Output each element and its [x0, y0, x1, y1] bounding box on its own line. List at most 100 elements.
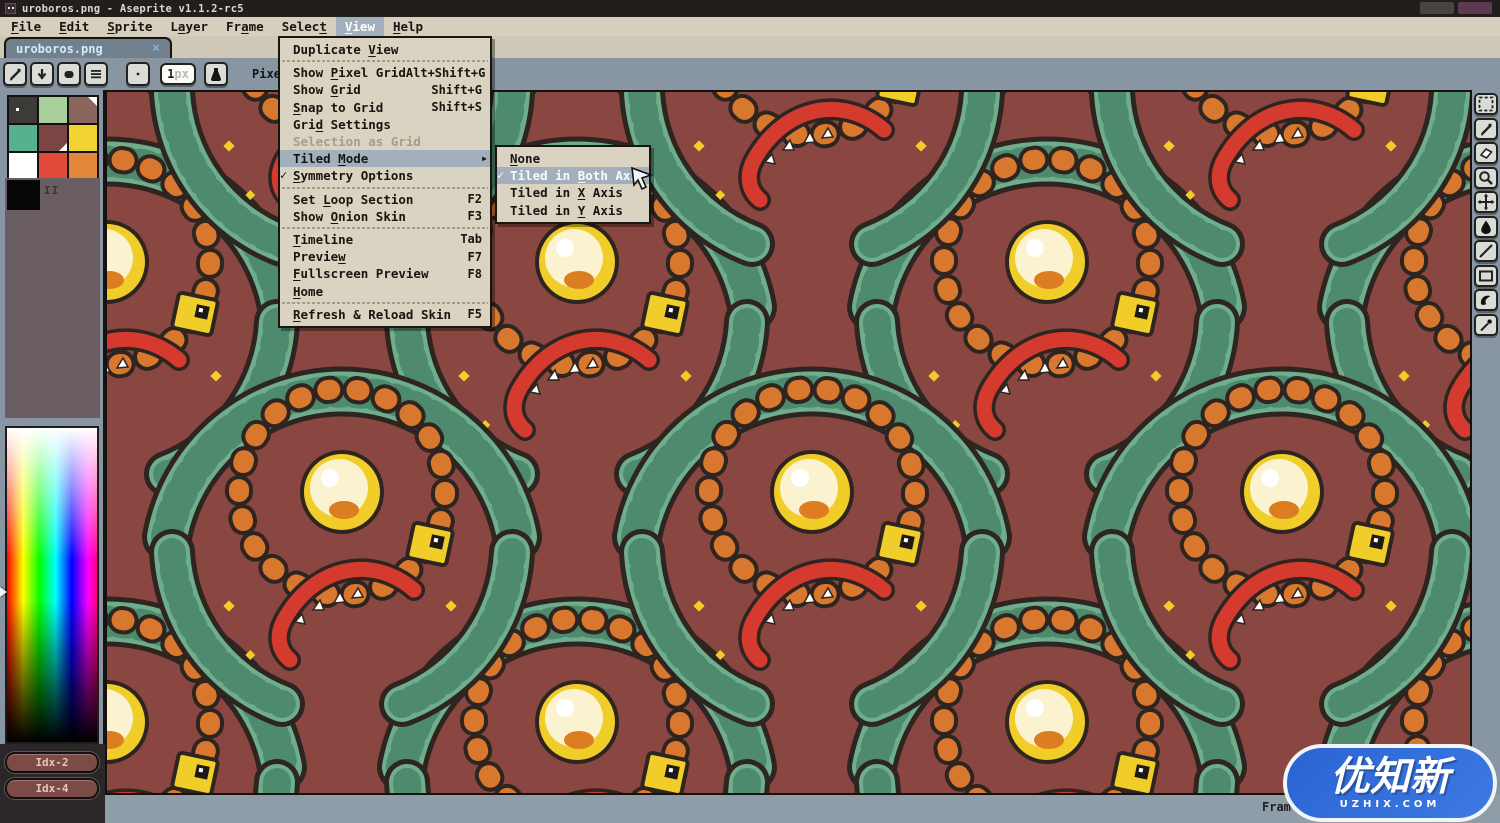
- blob-button[interactable]: [57, 62, 81, 86]
- menu-help[interactable]: Help: [384, 17, 432, 36]
- menu-item-tiled-mode[interactable]: Tiled Mode ▶: [280, 150, 490, 168]
- menu-frame[interactable]: Fr a me: [217, 17, 273, 36]
- blob-icon: [61, 66, 77, 82]
- menu-item-fullscreen-preview[interactable]: Fullscreen Preview F8: [280, 265, 490, 282]
- pencil-icon: [1478, 121, 1494, 137]
- menu-layer[interactable]: La yer: [161, 17, 217, 36]
- menu-item-shortcut: Shift+S: [431, 100, 482, 115]
- fold-br-mark: [59, 143, 67, 151]
- menu-item-label: Fullscreen Preview: [293, 266, 429, 282]
- menu-item-selection-as-grid: Selection as Grid: [280, 133, 490, 150]
- bg-index-button[interactable]: Idx-4: [5, 778, 99, 799]
- menu-item-set-loop-section[interactable]: Set Loop Section F2: [280, 191, 490, 208]
- minimize-button[interactable]: [1420, 2, 1454, 14]
- brush-size-input[interactable]: 1 px: [160, 63, 196, 85]
- zoom-tool[interactable]: [1474, 166, 1498, 189]
- pause-mark: II: [44, 184, 60, 197]
- move-tool[interactable]: [1474, 191, 1498, 213]
- menu-item-label: Tiled in Y Axis: [510, 202, 623, 218]
- tab-close-icon[interactable]: ×: [152, 41, 160, 56]
- menu-sprite[interactable]: Sprite: [98, 17, 161, 36]
- dot-icon: [130, 66, 146, 82]
- palette-swatch-6[interactable]: [9, 153, 37, 179]
- move-icon: [1477, 193, 1495, 211]
- tab-uroboros[interactable]: uroboros.png ×: [4, 37, 172, 58]
- menu-item-grid-settings[interactable]: Grid Settings: [280, 116, 490, 133]
- menu-item-preview[interactable]: Preview F7: [280, 248, 490, 265]
- rectangular-marquee-icon: [1477, 95, 1495, 113]
- color-palette: [7, 95, 99, 181]
- menu-select[interactable]: Selec t: [273, 17, 336, 36]
- submenu-item-tiled-in-both-axis[interactable]: ✓ Tiled in Both Axis: [497, 167, 649, 185]
- line-tool[interactable]: [1474, 240, 1498, 262]
- menu-item-shortcut: Shift+G: [431, 82, 482, 97]
- watermark-title: 优知新: [1330, 753, 1450, 800]
- arrow-down-button[interactable]: [30, 62, 54, 86]
- rectangle-tool[interactable]: [1474, 264, 1498, 287]
- color-spectrum-picker[interactable]: [5, 426, 99, 744]
- palette-swatch-2[interactable]: [69, 97, 97, 123]
- tiled-mode-submenu: None ✓ Tiled in Both Axis Tiled in X Axis Ti…: [495, 145, 651, 224]
- menu-item-label: Selection as Grid: [293, 134, 421, 150]
- brush-size-value: 1: [167, 67, 175, 81]
- paint-bucket-icon: [1477, 218, 1495, 236]
- menu-item-label: Show Grid: [293, 82, 361, 98]
- palette-swatch-4[interactable]: [39, 125, 67, 151]
- menu-edit[interactable]: Edit: [50, 17, 98, 36]
- palette-swatch-7[interactable]: [39, 153, 67, 179]
- menu-item-refresh-reload-skin[interactable]: Refresh & Reload Skin F5: [280, 306, 490, 323]
- view-menu: Duplicate View Show Pixel Grid Alt+Shift+G…: [278, 36, 492, 328]
- menu-item-show-grid[interactable]: Show Grid Shift+G: [280, 81, 490, 98]
- jumble-tool[interactable]: [1474, 313, 1498, 336]
- menu-item-shortcut: F2: [467, 192, 482, 207]
- status-text: Fram: [1262, 800, 1291, 814]
- spectrum-marker-icon[interactable]: [0, 587, 7, 597]
- contour-tool[interactable]: [1474, 289, 1498, 311]
- palette-swatch-1[interactable]: [39, 97, 67, 123]
- checkmark-icon: ✓: [280, 168, 288, 183]
- context-bar: 1 px Pixel-pe: [0, 58, 1500, 90]
- tool-strip: [1472, 90, 1500, 795]
- menu-item-show-pixel-grid[interactable]: Show Pixel Grid Alt+Shift+G: [280, 64, 490, 81]
- palette-swatch-8[interactable]: [69, 153, 97, 179]
- fg-index-button[interactable]: Idx-2: [5, 752, 99, 773]
- bg-index-label: Idx-4: [35, 782, 69, 795]
- sidebar-bottom-panel: Idx-2 Idx-4: [0, 744, 105, 823]
- palette-swatch-3[interactable]: [9, 125, 37, 151]
- menu-item-label: Tiled Mode: [293, 151, 369, 167]
- checkmark-icon: ✓: [497, 168, 505, 183]
- menu-item-label: Duplicate View: [293, 42, 399, 58]
- menu-item-home[interactable]: Home: [280, 282, 490, 299]
- menu-item-show-onion-skin[interactable]: Show Onion Skin F3: [280, 208, 490, 225]
- submenu-item-tiled-in-y-axis[interactable]: Tiled in Y Axis: [497, 202, 649, 219]
- menu-item-symmetry-options[interactable]: ✓ Symmetry Options: [280, 167, 490, 184]
- ink-button[interactable]: [204, 62, 228, 86]
- submenu-item-tiled-in-x-axis[interactable]: Tiled in X Axis: [497, 184, 649, 201]
- rectangular-marquee-tool[interactable]: [1474, 93, 1498, 115]
- eraser-tool[interactable]: [1474, 142, 1498, 164]
- menu-file[interactable]: File: [2, 17, 50, 36]
- aseprite-logo-icon: [5, 3, 16, 14]
- menu-item-shortcut: F7: [467, 249, 482, 264]
- dot-button[interactable]: [126, 62, 150, 86]
- menu-item-snap-to-grid[interactable]: Snap to Grid Shift+S: [280, 99, 490, 116]
- menu-item-timeline[interactable]: Timeline Tab: [280, 231, 490, 248]
- close-window-button[interactable]: [1458, 2, 1492, 14]
- menu-item-label: Preview: [293, 249, 346, 265]
- menu-view[interactable]: View: [335, 17, 384, 36]
- menu-item-label: Show Onion Skin: [293, 208, 406, 224]
- menu-item-shortcut: F5: [467, 307, 482, 322]
- paint-bucket-tool[interactable]: [1474, 215, 1498, 238]
- menu-item-label: Show Pixel Grid: [293, 65, 406, 81]
- palette-swatch-5[interactable]: [69, 125, 97, 151]
- palette-swatch-0[interactable]: [9, 97, 37, 123]
- pencil-tool[interactable]: [1474, 117, 1498, 140]
- menu-item-duplicate-view[interactable]: Duplicate View: [280, 41, 490, 58]
- menubar: File Edit Sprite La yer Fr a me Selec t View Help: [0, 17, 1500, 36]
- menu-lines-button[interactable]: [84, 62, 108, 86]
- pencil-button[interactable]: [3, 62, 27, 86]
- menu-item-label: None: [510, 151, 541, 167]
- menu-item-shortcut: Alt+Shift+G: [405, 65, 486, 80]
- foreground-color-chip[interactable]: [7, 180, 40, 210]
- submenu-item-none[interactable]: None: [497, 150, 649, 167]
